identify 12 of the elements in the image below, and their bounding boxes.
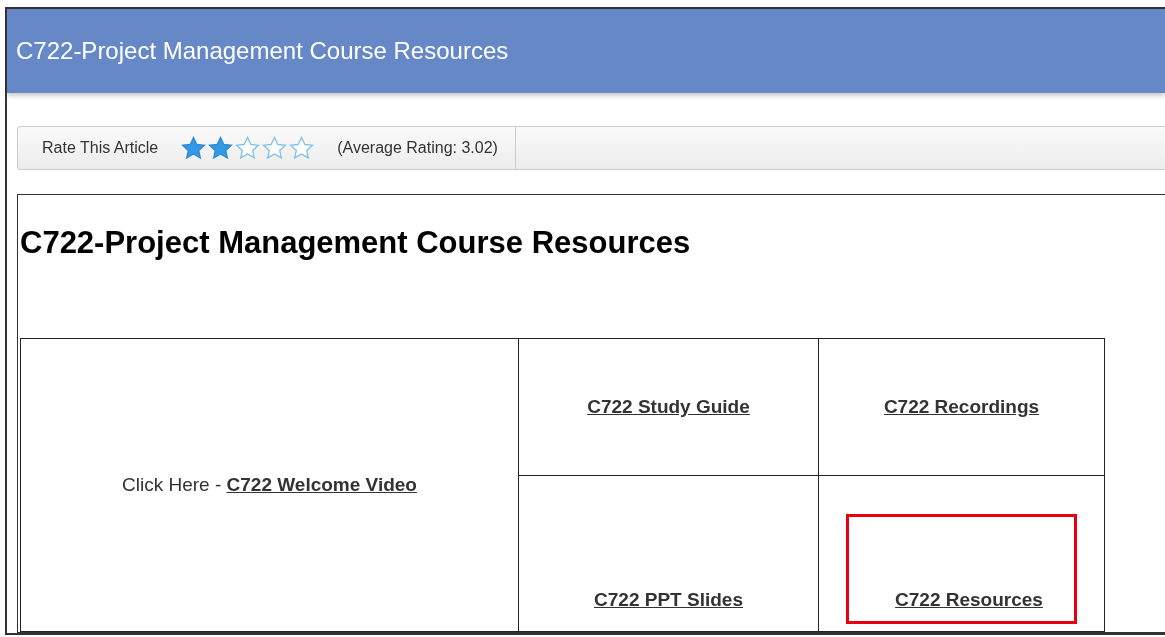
resource-link[interactable]: C722 Study Guide [587, 396, 750, 417]
filled-star-icon[interactable] [180, 136, 208, 160]
resource-link[interactable]: C722 PPT Slides [594, 589, 743, 610]
welcome-video-link[interactable]: C722 Welcome Video [226, 474, 417, 495]
average-rating: (Average Rating: 3.02) [337, 139, 498, 157]
filled-star-icon[interactable] [207, 136, 235, 160]
rate-label: Rate This Article [42, 139, 159, 157]
video-prompt: Click Here - C722 Welcome Video [122, 474, 417, 495]
page-title: C722-Project Management Course Resources [16, 37, 509, 65]
resource-link[interactable]: C722 Recordings [883, 396, 1040, 417]
article-heading: C722-Project Management Course Resources [20, 225, 692, 261]
resource-link[interactable]: C722 Resources [895, 589, 1043, 611]
